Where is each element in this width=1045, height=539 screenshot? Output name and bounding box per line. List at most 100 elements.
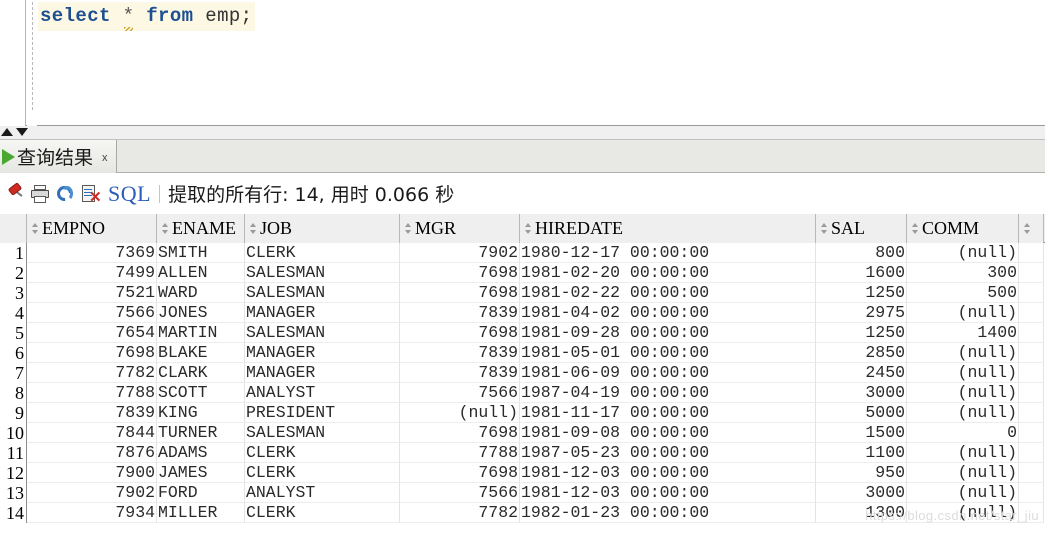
sql-mode-button[interactable]: SQL xyxy=(108,181,151,207)
column-header-extra[interactable] xyxy=(1019,214,1044,243)
cell-ename[interactable]: MARTIN xyxy=(157,323,245,343)
cell-empno[interactable]: 7900 xyxy=(27,463,157,483)
cell-ename[interactable]: TURNER xyxy=(157,423,245,443)
cell-sal[interactable]: 1250 xyxy=(816,283,907,303)
cell-hiredate[interactable]: 1981-12-03 00:00:00 xyxy=(520,463,816,483)
sort-indicator-icon[interactable] xyxy=(30,222,39,235)
cell-empno[interactable]: 7654 xyxy=(27,323,157,343)
cell-comm[interactable]: 1400 xyxy=(907,323,1019,343)
cell-empno[interactable]: 7844 xyxy=(27,423,157,443)
cell-sal[interactable]: 1100 xyxy=(816,443,907,463)
grid-corner-cell[interactable] xyxy=(0,214,27,243)
sort-indicator-icon[interactable] xyxy=(160,222,169,235)
sort-indicator-icon[interactable] xyxy=(523,222,532,235)
cell-hiredate[interactable]: 1981-04-02 00:00:00 xyxy=(520,303,816,323)
row-number-cell[interactable]: 3 xyxy=(0,283,27,303)
cell-comm[interactable]: 500 xyxy=(907,283,1019,303)
cell-comm[interactable]: (null) xyxy=(907,243,1019,263)
column-header-empno[interactable]: EMPNO xyxy=(27,214,157,243)
triangle-up-icon[interactable] xyxy=(1,128,13,136)
cell-empno[interactable]: 7788 xyxy=(27,383,157,403)
cell-ename[interactable]: CLARK xyxy=(157,363,245,383)
cell-ename[interactable]: ALLEN xyxy=(157,263,245,283)
cell-hiredate[interactable]: 1981-06-09 00:00:00 xyxy=(520,363,816,383)
row-number-cell[interactable]: 13 xyxy=(0,483,27,503)
cell-extra[interactable] xyxy=(1019,243,1044,263)
cell-hiredate[interactable]: 1981-09-28 00:00:00 xyxy=(520,323,816,343)
column-header-comm[interactable]: COMM xyxy=(907,214,1019,243)
cell-hiredate[interactable]: 1981-05-01 00:00:00 xyxy=(520,343,816,363)
table-row[interactable]: 5 7654 MARTIN SALESMAN 7698 1981-09-28 00:00:… xyxy=(0,323,1045,343)
cell-ename[interactable]: JAMES xyxy=(157,463,245,483)
table-row[interactable]: 6 7698 BLAKE MANAGER 7839 1981-05-01 00:00:00… xyxy=(0,343,1045,363)
row-number-cell[interactable]: 5 xyxy=(0,323,27,343)
cell-job[interactable]: CLERK xyxy=(245,243,400,263)
cell-sal[interactable]: 5000 xyxy=(816,403,907,423)
table-row[interactable]: 1 7369 SMITH CLERK 7902 1980-12-17 00:00:00 80… xyxy=(0,243,1045,263)
cell-mgr[interactable]: 7782 xyxy=(400,503,520,523)
cell-sal[interactable]: 1250 xyxy=(816,323,907,343)
refresh-icon[interactable] xyxy=(53,182,76,205)
cell-sal[interactable]: 800 xyxy=(816,243,907,263)
row-number-cell[interactable]: 12 xyxy=(0,463,27,483)
row-number-cell[interactable]: 11 xyxy=(0,443,27,463)
table-row[interactable]: 4 7566 JONES MANAGER 7839 1981-04-02 00:00:00… xyxy=(0,303,1045,323)
column-header-ename[interactable]: ENAME xyxy=(157,214,245,243)
cell-mgr[interactable]: 7698 xyxy=(400,463,520,483)
cell-empno[interactable]: 7934 xyxy=(27,503,157,523)
row-number-cell[interactable]: 6 xyxy=(0,343,27,363)
column-header-hiredate[interactable]: HIREDATE xyxy=(520,214,816,243)
printer-icon[interactable] xyxy=(29,183,51,205)
cell-sal[interactable]: 2450 xyxy=(816,363,907,383)
table-row[interactable]: 2 7499 ALLEN SALESMAN 7698 1981-02-20 00:00:0… xyxy=(0,263,1045,283)
table-row[interactable]: 14 7934 MILLER CLERK 7782 1982-01-23 00:00:00… xyxy=(0,503,1045,523)
cell-empno[interactable]: 7782 xyxy=(27,363,157,383)
cell-empno[interactable]: 7566 xyxy=(27,303,157,323)
cell-comm[interactable]: (null) xyxy=(907,483,1019,503)
cell-extra[interactable] xyxy=(1019,463,1044,483)
cell-comm[interactable]: (null) xyxy=(907,303,1019,323)
sort-indicator-icon[interactable] xyxy=(1022,222,1031,235)
sort-indicator-icon[interactable] xyxy=(910,222,919,235)
cell-job[interactable]: SALESMAN xyxy=(245,323,400,343)
row-number-cell[interactable]: 7 xyxy=(0,363,27,383)
cell-mgr[interactable]: 7698 xyxy=(400,263,520,283)
cell-mgr[interactable]: 7698 xyxy=(400,423,520,443)
cell-job[interactable]: ANALYST xyxy=(245,483,400,503)
row-number-cell[interactable]: 2 xyxy=(0,263,27,283)
cell-ename[interactable]: FORD xyxy=(157,483,245,503)
cell-hiredate[interactable]: 1987-05-23 00:00:00 xyxy=(520,443,816,463)
sql-statement-line[interactable]: select * from emp; xyxy=(38,2,256,31)
sort-indicator-icon[interactable] xyxy=(819,222,828,235)
cell-hiredate[interactable]: 1981-11-17 00:00:00 xyxy=(520,403,816,423)
cell-hiredate[interactable]: 1981-12-03 00:00:00 xyxy=(520,483,816,503)
cell-extra[interactable] xyxy=(1019,303,1044,323)
cell-comm[interactable]: (null) xyxy=(907,443,1019,463)
table-row[interactable]: 11 7876 ADAMS CLERK 7788 1987-05-23 00:00:00 1… xyxy=(0,443,1045,463)
sql-editor-pane[interactable]: select * from emp; xyxy=(0,0,1045,126)
cell-extra[interactable] xyxy=(1019,503,1044,523)
cell-mgr[interactable]: 7839 xyxy=(400,363,520,383)
cell-comm[interactable]: (null) xyxy=(907,343,1019,363)
cell-extra[interactable] xyxy=(1019,483,1044,503)
close-icon[interactable]: x xyxy=(102,152,108,164)
cell-comm[interactable]: (null) xyxy=(907,403,1019,423)
cell-comm[interactable]: (null) xyxy=(907,363,1019,383)
cell-hiredate[interactable]: 1981-09-08 00:00:00 xyxy=(520,423,816,443)
cell-empno[interactable]: 7876 xyxy=(27,443,157,463)
sort-indicator-icon[interactable] xyxy=(248,222,257,235)
cell-sal[interactable]: 950 xyxy=(816,463,907,483)
cell-job[interactable]: SALESMAN xyxy=(245,283,400,303)
cell-sal[interactable]: 1600 xyxy=(816,263,907,283)
cell-ename[interactable]: SCOTT xyxy=(157,383,245,403)
cell-sal[interactable]: 2850 xyxy=(816,343,907,363)
cell-ename[interactable]: SMITH xyxy=(157,243,245,263)
cell-mgr[interactable]: 7839 xyxy=(400,303,520,323)
cell-mgr[interactable]: 7566 xyxy=(400,383,520,403)
cell-extra[interactable] xyxy=(1019,263,1044,283)
row-number-cell[interactable]: 1 xyxy=(0,243,27,263)
cell-extra[interactable] xyxy=(1019,283,1044,303)
cell-extra[interactable] xyxy=(1019,323,1044,343)
cell-mgr[interactable]: 7698 xyxy=(400,283,520,303)
cell-job[interactable]: SALESMAN xyxy=(245,423,400,443)
